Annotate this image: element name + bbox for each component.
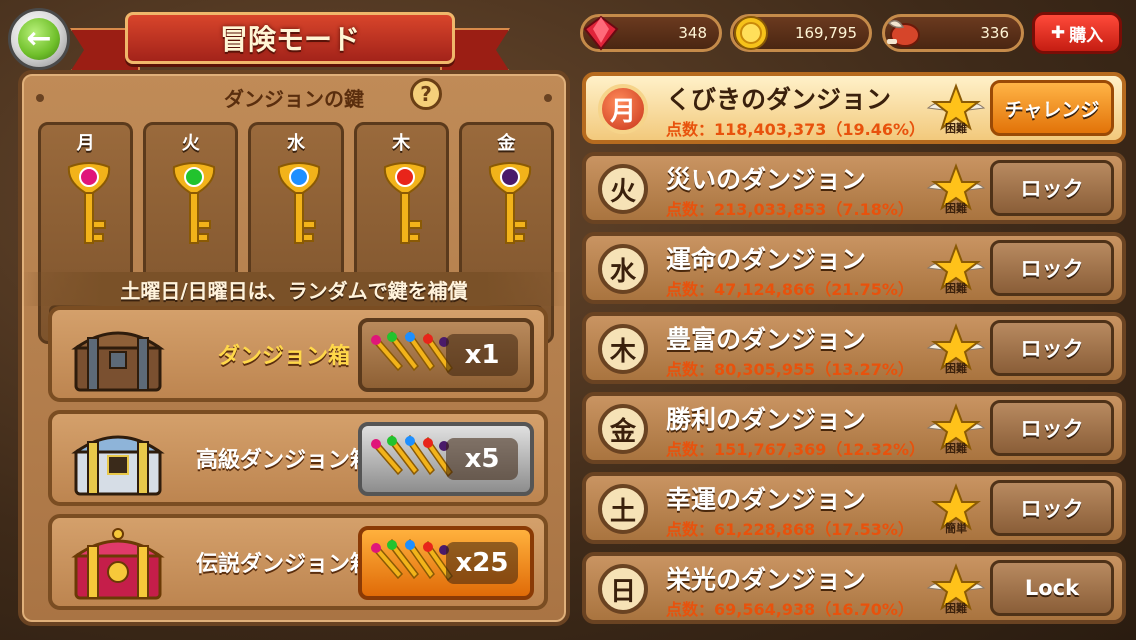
key-icon [278, 162, 321, 244]
open-premium-box-button[interactable]: x5 [358, 422, 534, 496]
dungeon-row: 土 幸運のダンジョン 点数：61,228,868（17.53%） 簡単 ロック [582, 472, 1126, 544]
dungeon-row: 月 くびきのダンジョン 点数：118,403,373（19.46%） 困難 チャ… [582, 72, 1126, 144]
gold-value: 169,795 [794, 24, 857, 42]
lock-button[interactable]: ロック [990, 160, 1114, 216]
dungeon-score: 点数：151,767,369（12.32%） [666, 436, 925, 460]
day-badge: 日 [598, 564, 648, 614]
key-day-label: 水 [287, 133, 305, 154]
weekend-note: 土曜日/日曜日は、ランダムで鍵を補償 [22, 272, 566, 306]
day-badge: 水 [598, 244, 648, 294]
dungeon-name: くびきのダンジョン [666, 85, 892, 114]
score-label: 点数： [666, 520, 715, 539]
box-cost: x1 [446, 334, 518, 376]
key-icon [488, 162, 531, 244]
help-icon[interactable]: ? [410, 78, 442, 110]
key-icon [383, 162, 426, 244]
score-label: 点数： [666, 280, 715, 299]
buy-label: 購入 [1069, 25, 1104, 46]
score-label: 点数： [666, 120, 715, 139]
dungeon-row: 金 勝利のダンジョン 点数：151,767,369（12.32%） 困難 ロック [582, 392, 1126, 464]
dungeon-name: 幸運のダンジョン [666, 485, 867, 514]
winged-meat-icon [887, 20, 920, 47]
lock-button[interactable]: ロック [990, 240, 1114, 296]
score-label: 点数： [666, 600, 715, 619]
dungeon-score: 点数：61,228,868（17.53%） [666, 516, 914, 540]
key-day-label: 金 [497, 133, 516, 154]
day-badge: 木 [598, 324, 648, 374]
gold-coin-icon [734, 16, 768, 50]
plus-icon: ✚ [1050, 23, 1066, 43]
box-row-legend: 伝説ダンジョン箱 x25 [48, 514, 548, 610]
score-value: 69,564,938（16.70%） [714, 600, 914, 619]
box-cost: x5 [446, 438, 518, 480]
buy-button[interactable]: ✚ 購入 [1032, 12, 1122, 54]
open-basic-box-button[interactable]: x1 [358, 318, 534, 392]
key-day-label: 火 [181, 133, 200, 154]
box-cost: x25 [446, 542, 518, 584]
dungeon-row: 日 栄光のダンジョン 点数：69,564,938（16.70%） 困難 Lock [582, 552, 1126, 624]
lock-button[interactable]: ロック [990, 400, 1114, 456]
gold-counter: 169,795 [730, 14, 872, 52]
gem-value: 348 [678, 24, 707, 42]
lock-button[interactable]: ロック [990, 320, 1114, 376]
back-arrow-icon: ← [18, 18, 60, 60]
difficulty-label: 困難 [945, 122, 967, 135]
dungeon-score: 点数：47,124,866（21.75%） [666, 276, 914, 300]
box-row-premium: 高級ダンジョン箱 x5 [48, 410, 548, 506]
score-value: 213,033,853（7.18%） [714, 200, 914, 219]
lock-button[interactable]: ロック [990, 480, 1114, 536]
score-value: 47,124,866（21.75%） [714, 280, 914, 299]
ruby-gem-icon [583, 15, 619, 51]
day-badge: 金 [598, 404, 648, 454]
score-value: 151,767,369（12.32%） [714, 440, 926, 459]
day-badge: 土 [598, 484, 648, 534]
page-title: 冒険モード [125, 12, 455, 64]
day-badge: 月 [598, 84, 648, 134]
difficulty-label: 困難 [945, 602, 967, 615]
dungeon-row: 火 災いのダンジョン 点数：213,033,853（7.18%） 困難 ロック [582, 152, 1126, 224]
difficulty-label: 簡単 [945, 522, 967, 535]
dungeon-name: 勝利のダンジョン [666, 405, 867, 434]
box-row-basic: ダンジョン箱 x1 [48, 306, 548, 402]
day-badge: 火 [598, 164, 648, 214]
key-day-label: 木 [392, 133, 411, 154]
meat-counter: 336 [882, 14, 1024, 52]
dungeon-name: 災いのダンジョン [666, 165, 867, 194]
score-label: 点数： [666, 360, 715, 379]
key-icon [67, 162, 111, 244]
dungeon-row: 木 豊富のダンジョン 点数：80,305,955（13.27%） 困難 ロック [582, 312, 1126, 384]
dungeon-score: 点数：213,033,853（7.18%） [666, 196, 914, 220]
key-day-label: 月 [76, 133, 95, 154]
dungeon-score: 点数：118,403,373（19.46%） [666, 116, 925, 140]
open-legend-box-button[interactable]: x25 [358, 526, 534, 600]
dungeon-name: 栄光のダンジョン [666, 565, 867, 594]
wooden-chest-icon [71, 331, 165, 392]
difficulty-label: 困難 [945, 362, 967, 375]
key-icon [173, 162, 216, 244]
difficulty-label: 困難 [945, 282, 967, 295]
title-ribbon: 冒険モード [70, 8, 510, 74]
dungeon-score: 点数：80,305,955（13.27%） [666, 356, 914, 380]
dungeon-name: 運命のダンジョン [666, 245, 867, 274]
score-value: 80,305,955（13.27%） [714, 360, 914, 379]
legend-chest-icon [71, 528, 165, 600]
score-value: 61,228,868（17.53%） [714, 520, 914, 539]
dungeon-row: 水 運命のダンジョン 点数：47,124,866（21.75%） 困難 ロック [582, 232, 1126, 304]
score-value: 118,403,373（19.46%） [714, 120, 926, 139]
difficulty-label: 困難 [945, 442, 967, 455]
dungeon-score: 点数：69,564,938（16.70%） [666, 596, 914, 620]
keys-panel: ダンジョンの鍵 ? 月 x13 火 x11 水 x15 木 x24 金 x10 … [18, 70, 570, 626]
challenge-button[interactable]: チャレンジ [990, 80, 1114, 136]
silver-chest-icon [71, 435, 165, 496]
difficulty-label: 困難 [945, 202, 967, 215]
lock-button[interactable]: Lock [990, 560, 1114, 616]
score-label: 点数： [666, 440, 715, 459]
gem-counter: 348 [580, 14, 722, 52]
dungeon-name: 豊富のダンジョン [666, 325, 867, 354]
meat-value: 336 [980, 24, 1009, 42]
keys-panel-title: ダンジョンの鍵 [224, 86, 364, 111]
back-button[interactable]: ← [8, 8, 70, 70]
score-label: 点数： [666, 200, 715, 219]
